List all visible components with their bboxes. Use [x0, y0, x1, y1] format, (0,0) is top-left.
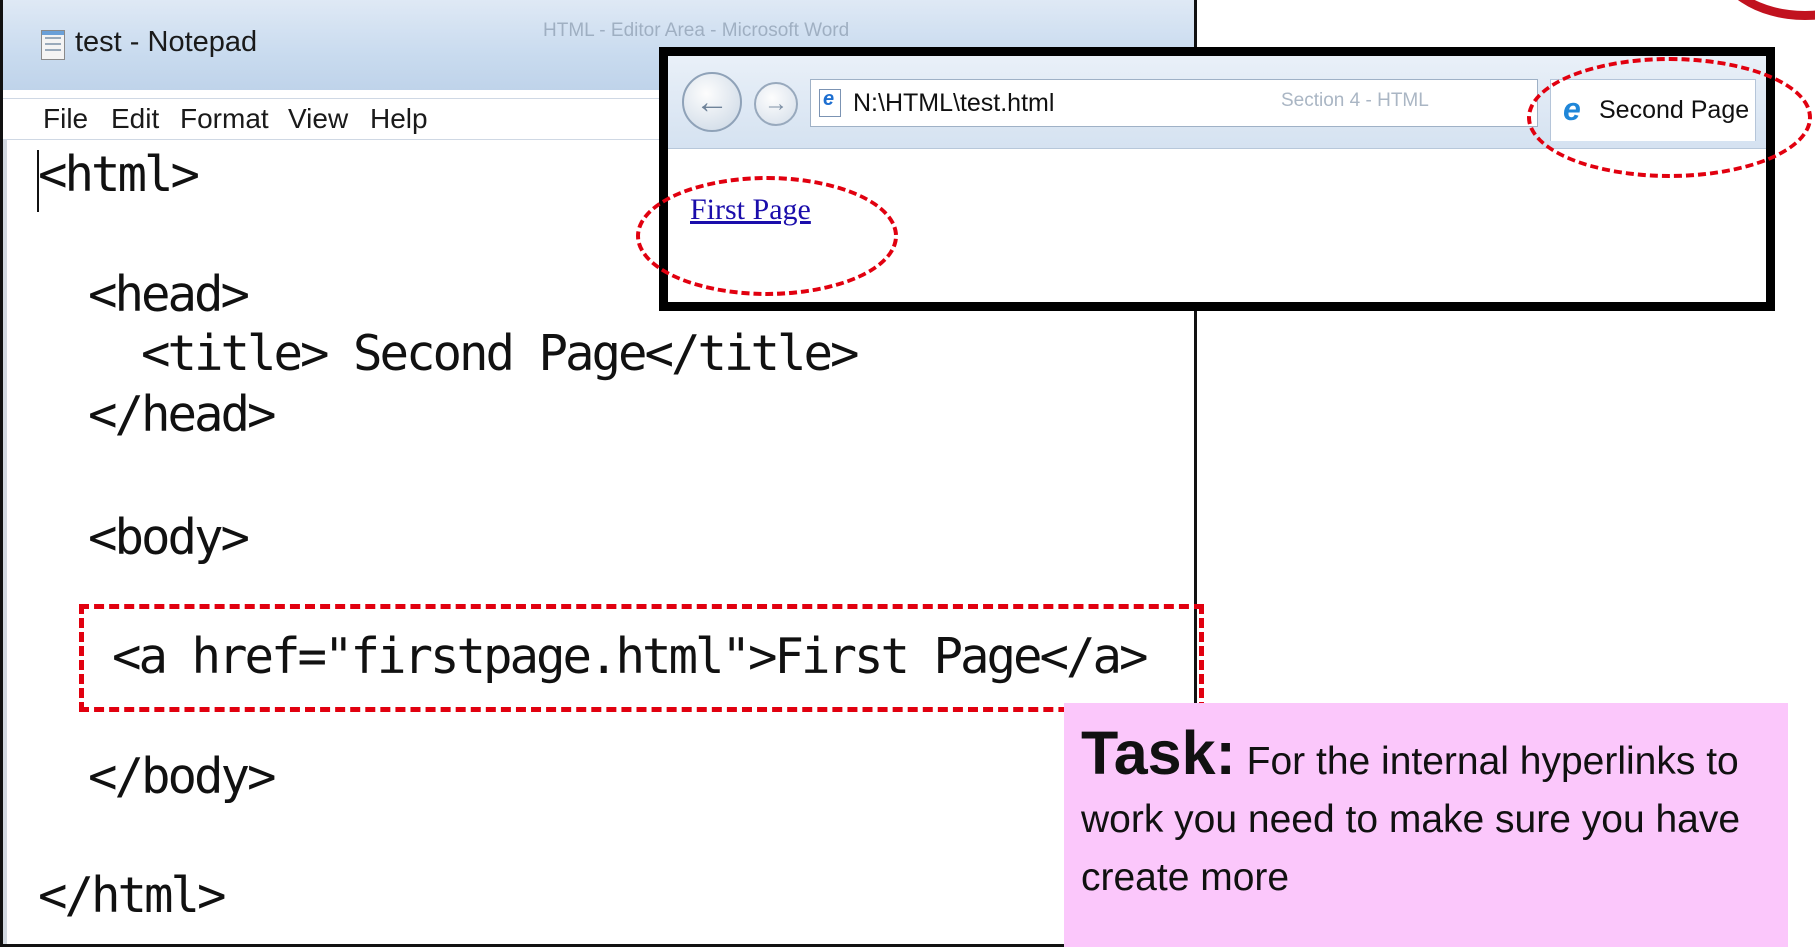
- notepad-app-icon: [41, 30, 65, 60]
- back-arrow-icon[interactable]: ←: [682, 72, 742, 132]
- menu-help[interactable]: Help: [370, 103, 428, 135]
- menu-view[interactable]: View: [288, 103, 348, 135]
- menu-format[interactable]: Format: [180, 103, 269, 135]
- code-line-body-close: </body>: [88, 748, 277, 805]
- background-window-title: HTML - Editor Area - Microsoft Word: [543, 20, 850, 41]
- task-text: Task: For the internal hyperlinks to wor…: [1081, 723, 1770, 907]
- notepad-title: test - Notepad: [75, 26, 258, 58]
- code-line-html-close: </html>: [38, 867, 227, 924]
- code-line-head-close: </head>: [88, 386, 277, 443]
- anchor-code-highlight-box: [79, 604, 1204, 712]
- corner-badge-ring: [1715, 0, 1815, 20]
- code-line-body-open: <body>: [88, 509, 250, 566]
- task-callout: Task: For the internal hyperlinks to wor…: [1064, 703, 1788, 947]
- address-url: N:\HTML\test.html: [853, 89, 1055, 117]
- background-window-title: Section 4 - HTML: [1281, 90, 1429, 111]
- task-label: Task:: [1081, 719, 1236, 787]
- code-line-title: <title> Second Page</title>: [141, 325, 860, 382]
- menu-edit[interactable]: Edit: [111, 103, 159, 135]
- ie-page-icon: [819, 88, 841, 117]
- tab-highlight-ellipse: [1527, 57, 1812, 178]
- forward-arrow-icon[interactable]: →: [754, 82, 798, 126]
- code-line-head-open: <head>: [88, 266, 250, 323]
- address-bar[interactable]: N:\HTML\test.html Section 4 - HTML ▾ ↻: [810, 79, 1669, 127]
- menu-file[interactable]: File: [43, 103, 88, 135]
- code-line-html-open: <html>: [38, 146, 200, 203]
- link-highlight-ellipse: [636, 176, 898, 296]
